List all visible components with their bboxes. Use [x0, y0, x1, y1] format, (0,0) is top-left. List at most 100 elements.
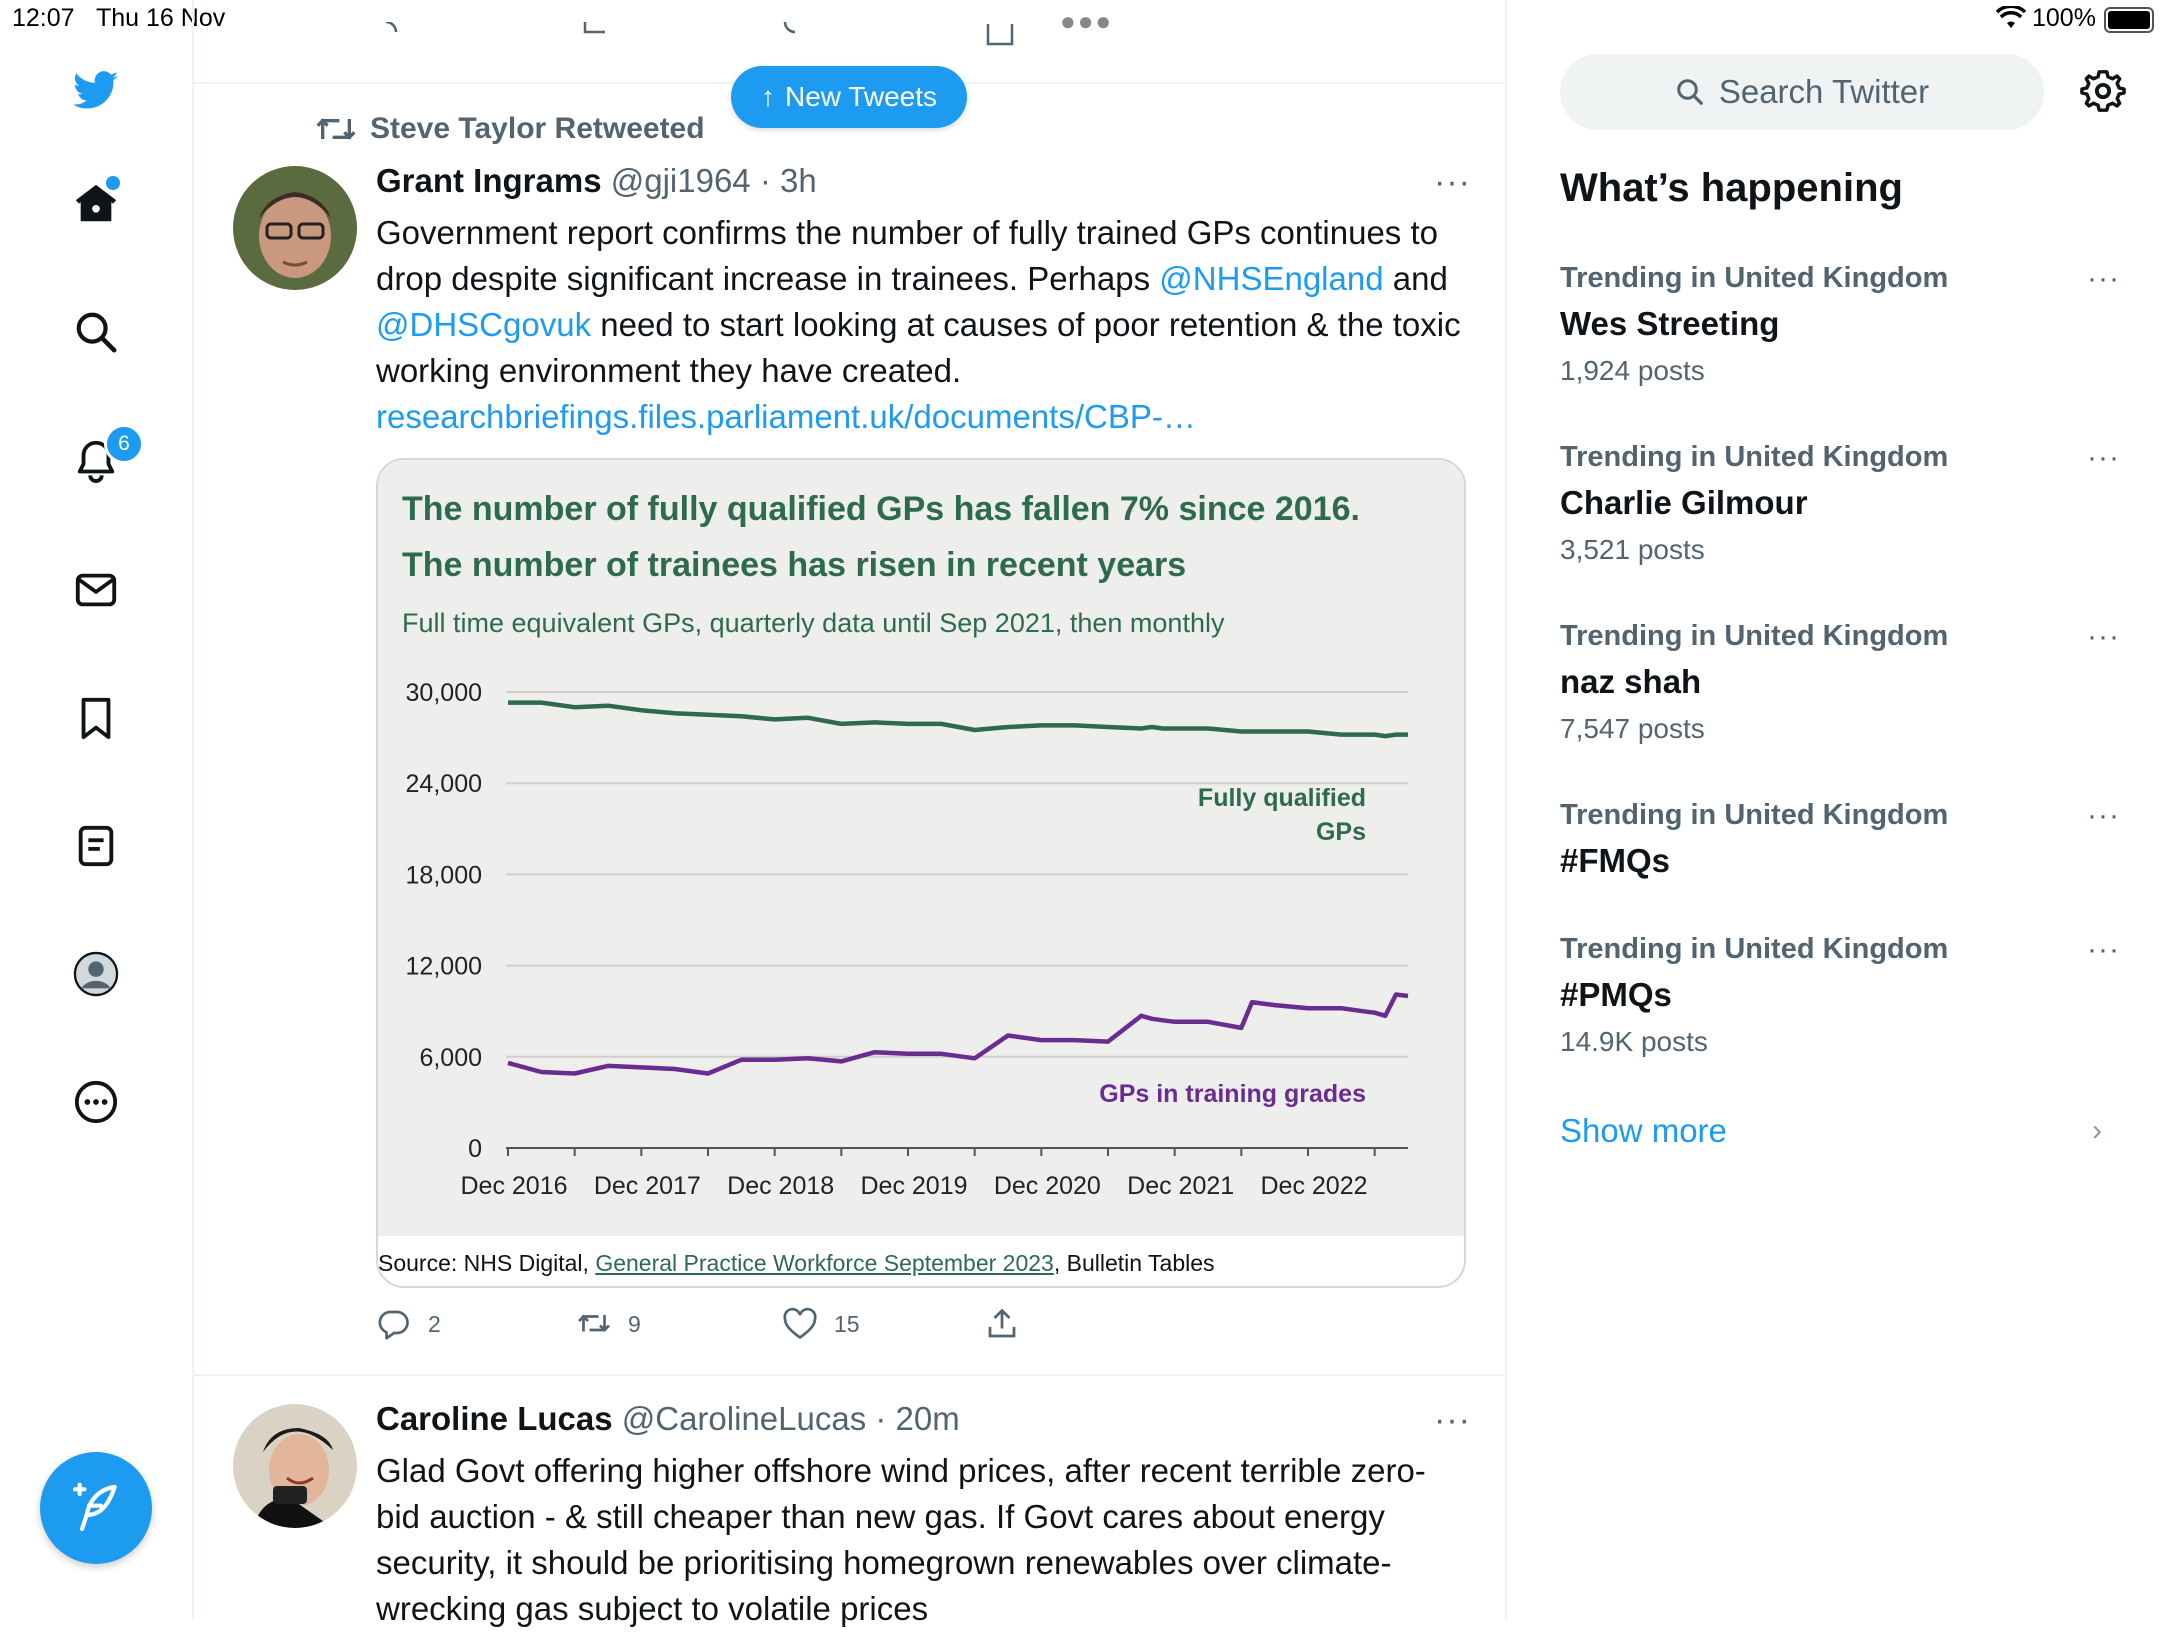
- like-action[interactable]: 15: [782, 1306, 860, 1342]
- messages-envelope-icon[interactable]: [66, 560, 126, 620]
- chart-ytick-label: 18,000: [406, 861, 482, 889]
- trend-count: 1,924 posts: [1560, 355, 1705, 386]
- trend-count: 7,547 posts: [1560, 713, 1705, 744]
- like-count: 15: [834, 1310, 860, 1337]
- trend-item[interactable]: Trending in United Kingdom #FMQs ···: [1560, 799, 2120, 880]
- tweet-more-icon[interactable]: ···: [1434, 1403, 1471, 1437]
- tweet-text-part: and: [1383, 260, 1448, 297]
- chart-source-link: General Practice Workforce September 202…: [595, 1250, 1054, 1276]
- reply-icon: [378, 1310, 409, 1340]
- trend-topic: Wes Streeting: [1560, 305, 1780, 342]
- chart-ytick-label: 0: [468, 1135, 482, 1163]
- notifications-bell-icon[interactable]: 6: [66, 424, 144, 490]
- search-input[interactable]: Search Twitter: [1560, 54, 2044, 130]
- arrow-up-icon: ↑: [761, 81, 775, 112]
- chart-ytick-label: 24,000: [406, 770, 482, 798]
- previous-tweet-actions: [380, 22, 1020, 46]
- lists-icon[interactable]: [66, 816, 126, 876]
- chart-ytick-label: 6,000: [419, 1044, 482, 1072]
- trend-topic: naz shah: [1560, 663, 1702, 700]
- chart-xtick-label: Dec 2020: [994, 1172, 1101, 1200]
- share-action[interactable]: [984, 1306, 1020, 1342]
- trend-context: Trending in United Kingdom: [1560, 441, 1949, 473]
- twitter-logo-icon[interactable]: [66, 60, 126, 120]
- retweet-count: 9: [628, 1310, 641, 1337]
- chart-source-prefix: Source: NHS Digital,: [378, 1250, 596, 1276]
- tweet-image-card[interactable]: The number of fully qualified GPs has fa…: [376, 458, 1466, 1288]
- status-time: 12:07: [12, 4, 75, 32]
- series-line-fully-qualified: [508, 700, 1408, 739]
- retweet-action[interactable]: 9: [576, 1306, 641, 1342]
- home-unread-dot: [106, 176, 120, 190]
- chart-xtick-label: Dec 2021: [1127, 1172, 1234, 1200]
- trend-more-icon[interactable]: ···: [2087, 262, 2120, 296]
- wifi-icon: [1995, 4, 2027, 35]
- avatar-caroline-lucas[interactable]: [233, 1404, 357, 1528]
- tweet-text: Government report confirms the number of…: [376, 210, 1486, 440]
- retweeted-by-label: Steve Taylor Retweeted: [370, 112, 705, 145]
- trend-more-icon[interactable]: ···: [2087, 441, 2120, 475]
- multitask-dots-icon[interactable]: ●●●: [1060, 6, 1113, 37]
- search-placeholder: Search Twitter: [1718, 73, 1930, 110]
- battery-percent: 100%: [2032, 4, 2096, 32]
- avatar-grant-ingrams[interactable]: [233, 166, 357, 290]
- author-name[interactable]: Grant Ingrams: [376, 162, 602, 199]
- trend-item[interactable]: Trending in United Kingdom Charlie Gilmo…: [1560, 441, 2120, 566]
- trend-item[interactable]: Trending in United Kingdom #PMQs 14.9K p…: [1560, 933, 2120, 1058]
- notifications-badge: 6: [104, 424, 144, 464]
- trend-more-icon[interactable]: ···: [2087, 799, 2120, 833]
- profile-avatar-icon[interactable]: [66, 944, 126, 1004]
- chart-ytick-label: 30,000: [406, 679, 482, 707]
- author-handle[interactable]: @gji1964 · 3h: [611, 162, 817, 199]
- chart-xtick-label: Dec 2017: [594, 1172, 701, 1200]
- tweet-link[interactable]: researchbriefings.files.parliament.uk/do…: [376, 398, 1196, 435]
- chart-xtick-label: Dec 2018: [727, 1172, 834, 1200]
- status-date: Thu 16 Nov: [96, 4, 226, 32]
- chart-ytick-label: 12,000: [406, 953, 482, 981]
- trend-count: 14.9K posts: [1560, 1026, 1708, 1057]
- mention-nhsengland[interactable]: @NHSEngland: [1159, 260, 1383, 297]
- reply-action[interactable]: 2: [376, 1306, 441, 1342]
- trend-item[interactable]: Trending in United Kingdom Wes Streeting…: [1560, 262, 2120, 387]
- new-tweets-button[interactable]: ↑ New Tweets: [731, 66, 967, 128]
- chevron-right-icon: ›: [2092, 1114, 2102, 1147]
- tweet-text: Glad Govt offering higher offshore wind …: [376, 1452, 1426, 1627]
- author-name[interactable]: Caroline Lucas: [376, 1400, 613, 1437]
- search-icon: [1677, 79, 1703, 105]
- timeline-right-border: [1505, 0, 1507, 1620]
- retweeted-by-line[interactable]: Steve Taylor Retweeted: [316, 112, 705, 146]
- trend-context: Trending in United Kingdom: [1560, 262, 1949, 294]
- gp-line-chart: 30,000 24,000 18,000 12,000 6,000 0 Dec 2016 De…: [406, 679, 1409, 1200]
- bookmark-icon[interactable]: [66, 688, 126, 748]
- trend-more-icon[interactable]: ···: [2087, 620, 2120, 654]
- share-icon: [988, 1308, 1016, 1338]
- battery-icon: [2104, 7, 2154, 33]
- retweet-icon: [316, 118, 356, 140]
- more-options-icon[interactable]: [66, 1072, 126, 1132]
- retweet-icon: [578, 1314, 610, 1332]
- show-more-link[interactable]: Show more: [1560, 1112, 1727, 1150]
- home-icon[interactable]: [66, 174, 126, 234]
- author-handle[interactable]: @CarolineLucas · 20m: [622, 1400, 960, 1437]
- trend-count: 3,521 posts: [1560, 534, 1705, 565]
- mention-dhscgovuk[interactable]: @DHSCgovuk: [376, 306, 591, 343]
- trend-context: Trending in United Kingdom: [1560, 799, 1949, 831]
- trend-more-icon[interactable]: ···: [2087, 933, 2120, 967]
- chart-source-suffix: , Bulletin Tables: [1053, 1250, 1215, 1276]
- chart-xtick-label: Dec 2022: [1260, 1172, 1367, 1200]
- reply-count: 2: [428, 1310, 441, 1337]
- new-tweets-label: New Tweets: [785, 81, 937, 112]
- timeline-left-border: [192, 0, 194, 1620]
- tweet-more-icon[interactable]: ···: [1434, 165, 1471, 199]
- trend-item[interactable]: Trending in United Kingdom naz shah 7,54…: [1560, 620, 2120, 745]
- series-label-fully-qualified: Fully qualified: [1198, 784, 1366, 812]
- trend-context: Trending in United Kingdom: [1560, 620, 1949, 652]
- chart-xtick-label: Dec 2016: [460, 1172, 567, 1200]
- settings-gear-icon[interactable]: [2080, 68, 2126, 119]
- chart-xtick-label: Dec 2019: [860, 1172, 967, 1200]
- search-icon[interactable]: [66, 302, 126, 362]
- trend-topic: #PMQs: [1560, 976, 1672, 1013]
- compose-tweet-button[interactable]: [40, 1452, 152, 1564]
- series-label-fully-qualified: GPs: [1316, 818, 1366, 846]
- whats-happening-title: What’s happening: [1560, 166, 1903, 210]
